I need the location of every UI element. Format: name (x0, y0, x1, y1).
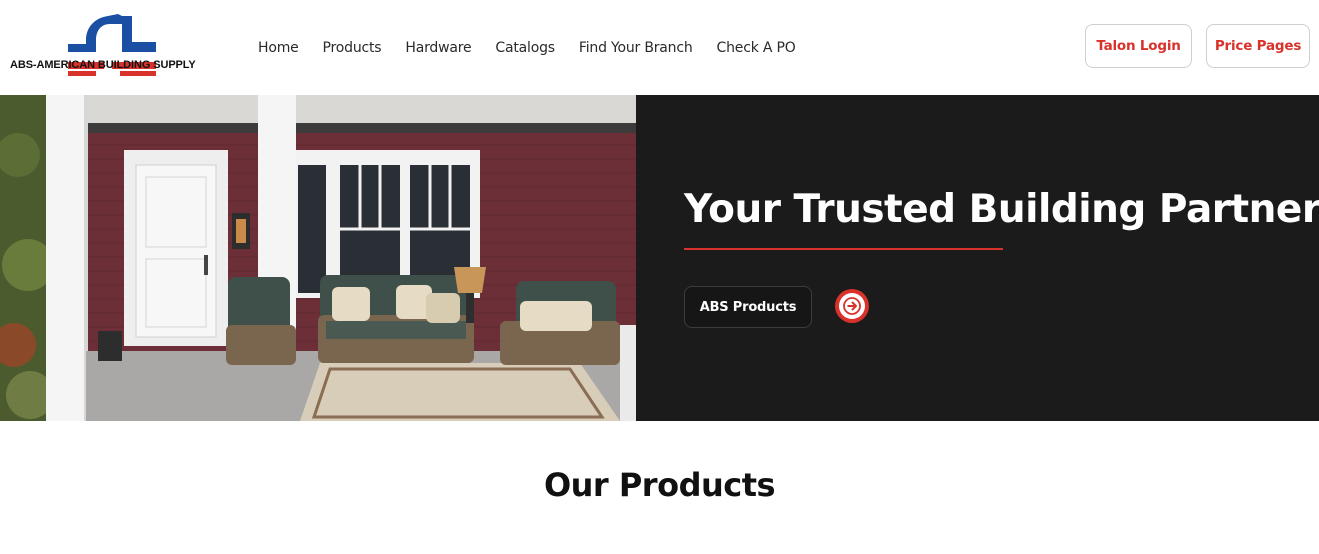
site-header: ABS-AMERICAN BUILDING SUPPLY Home Produc… (0, 0, 1319, 95)
hero-porch-image (0, 95, 636, 421)
price-pages-button[interactable]: Price Pages (1206, 24, 1310, 68)
nav-find-your-branch[interactable]: Find Your Branch (579, 40, 693, 56)
logo-text: ABS-AMERICAN BUILDING SUPPLY (10, 59, 196, 71)
hero-title: Your Trusted Building Partner (684, 187, 1319, 232)
abs-logo[interactable]: ABS-AMERICAN BUILDING SUPPLY (8, 14, 218, 82)
nav-hardware[interactable]: Hardware (405, 40, 471, 56)
nav-home[interactable]: Home (258, 40, 299, 56)
arrow-right-circle-icon[interactable] (835, 289, 869, 323)
nav-catalogs[interactable]: Catalogs (495, 40, 555, 56)
nav-products[interactable]: Products (323, 40, 382, 56)
hero-divider (684, 248, 1003, 250)
main-nav: Home Products Hardware Catalogs Find You… (258, 0, 796, 95)
nav-check-a-po[interactable]: Check A PO (717, 40, 796, 56)
our-products-heading: Our Products (543, 466, 776, 504)
hero-panel: Your Trusted Building Partner ABS Produc… (636, 95, 1319, 421)
hero-section: Your Trusted Building Partner ABS Produc… (0, 95, 1319, 421)
talon-login-button[interactable]: Talon Login (1085, 24, 1192, 68)
abs-products-button[interactable]: ABS Products (684, 286, 812, 328)
